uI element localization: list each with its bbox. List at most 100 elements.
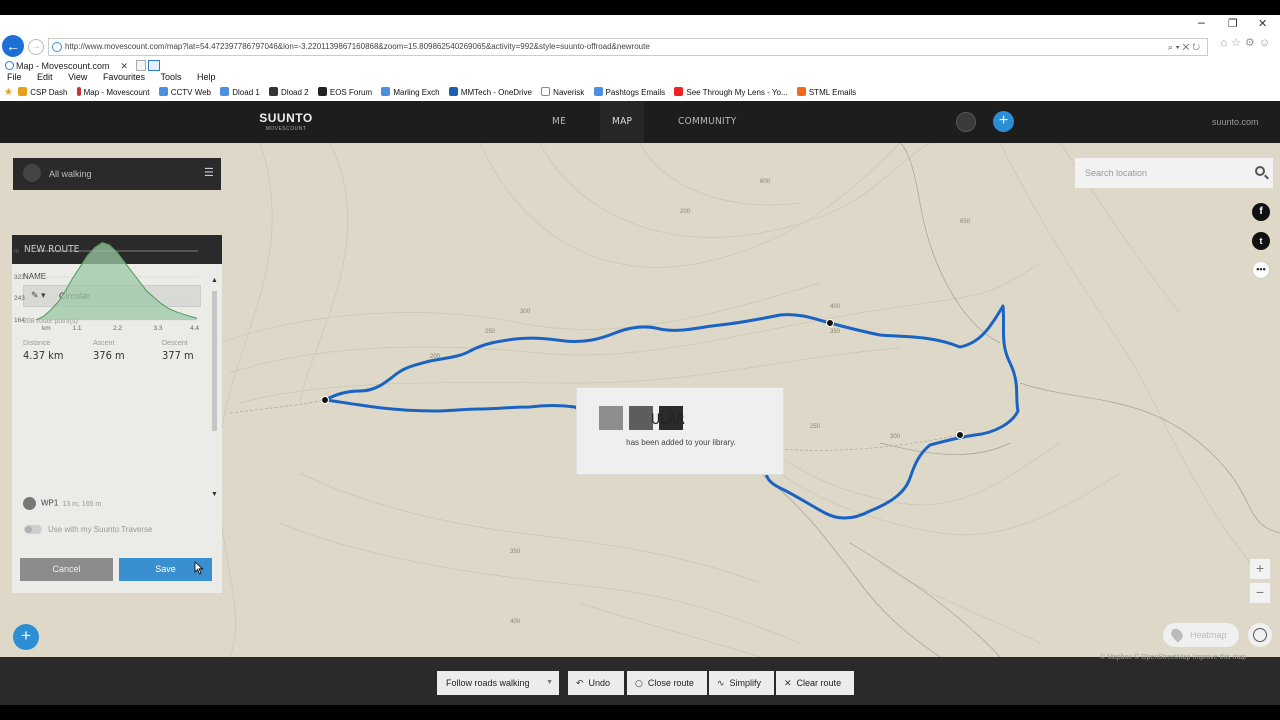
scroll-down-arrow-icon[interactable]: ▼ — [210, 491, 219, 498]
forward-button[interactable]: → — [28, 39, 44, 55]
search-placeholder: Search location — [1085, 168, 1148, 178]
nav-map[interactable]: MAP — [600, 101, 645, 143]
x-tick-label: 2.2 — [113, 325, 122, 332]
fav-item[interactable]: Marling Exch — [381, 85, 440, 101]
waypoint-icon — [23, 497, 36, 510]
fav-item[interactable]: CCTV Web — [158, 85, 211, 101]
menu-tools[interactable]: Tools — [160, 69, 181, 85]
contour-label: 400 — [830, 304, 841, 310]
contour-label: 200 — [680, 209, 691, 215]
fav-item[interactable]: EOS Forum — [317, 85, 372, 101]
fav-item[interactable]: STML Emails — [796, 85, 856, 101]
add-map-button[interactable]: + — [13, 624, 39, 650]
y-tick-label: 243 — [14, 295, 25, 302]
twitter-icon[interactable]: t — [1252, 232, 1270, 250]
home-star-gear-icons[interactable]: ⌂☆⚙☺ — [1220, 36, 1274, 49]
simplify-button[interactable]: ∿ Simplify — [709, 671, 774, 695]
panel-scrollbar[interactable]: ▲ ▼ — [210, 277, 219, 503]
filter-label: All walking — [49, 169, 92, 179]
menu-favourites[interactable]: Favourites — [103, 69, 145, 85]
new-route-panel: NEW ROUTE NAME ✎ ▾ Circular 208 route po… — [12, 235, 222, 593]
cancel-button[interactable]: Cancel — [20, 558, 113, 581]
favourites-star-icon[interactable]: ★ — [4, 87, 13, 98]
hamburger-menu-icon[interactable]: ☰ — [204, 168, 214, 179]
nav-community[interactable]: COMMUNITY — [678, 101, 737, 143]
back-button[interactable]: ← — [2, 35, 24, 57]
fav-item[interactable]: Dload 1 — [220, 85, 260, 101]
facebook-icon[interactable]: f — [1252, 203, 1270, 221]
mouse-cursor-icon — [194, 561, 204, 575]
nav-me[interactable]: ME — [552, 101, 566, 143]
menu-view[interactable]: View — [68, 69, 87, 85]
address-field[interactable]: http://www.movescount.com/map?lat=54.472… — [48, 38, 1208, 56]
fav-item[interactable]: MMTech - OneDrive — [448, 85, 532, 101]
notification-title: ULAR — [651, 412, 685, 428]
fav-item[interactable]: Naverisk — [541, 85, 584, 101]
contour-label: 300 — [890, 434, 901, 440]
activity-filter[interactable]: All walking ☰ — [13, 158, 221, 190]
heatmap-pin-icon — [1168, 626, 1186, 643]
browser-window: ─ ❐ ✕ ← → http://www.movescount.com/map?… — [0, 15, 1280, 705]
heatmap-toggle[interactable]: Heatmap — [1163, 623, 1239, 647]
ascent-value: 376 m — [93, 349, 125, 362]
fav-item[interactable]: Dload 2 — [269, 85, 309, 101]
avatar[interactable] — [956, 112, 976, 132]
follow-roads-select[interactable]: Follow roads walking ▼ — [437, 671, 559, 695]
thumbnail-block — [599, 406, 623, 430]
waypoint-row[interactable]: WP1 13 m, 165 m — [23, 497, 101, 513]
menu-file[interactable]: File — [7, 69, 22, 85]
add-button[interactable]: + — [993, 111, 1014, 132]
contour-label: 250 — [810, 424, 821, 430]
fav-item[interactable]: Map - Movescount — [76, 85, 149, 101]
site-header: SUUNTO MOVESCOUNT ME MAP COMMUNITY + suu… — [0, 101, 1280, 143]
heatmap-label: Heatmap — [1190, 630, 1227, 640]
elevation-area — [36, 242, 197, 320]
elevation-chart: m 323 243 164 km 1.1 2.2 3.3 4.4 — [14, 242, 199, 332]
menu-help[interactable]: Help — [197, 69, 216, 85]
descent-label: Descent — [162, 340, 188, 347]
distance-label: Distance — [23, 340, 51, 347]
distance-value: 4.37 km — [23, 349, 64, 362]
search-icon[interactable] — [1255, 166, 1265, 176]
more-options-icon[interactable]: ••• — [1252, 261, 1270, 279]
restore-button[interactable]: ❐ — [1228, 17, 1238, 30]
fav-item[interactable]: See Through My Lens - Yo... — [674, 85, 788, 101]
fav-item[interactable]: Pashtogs Emails — [593, 85, 665, 101]
contour-label: 350 — [510, 549, 521, 555]
globe-icon[interactable] — [1248, 623, 1272, 647]
fav-item[interactable]: CSP Dash — [18, 85, 67, 101]
descent-value: 377 m — [162, 349, 194, 362]
url-text: http://www.movescount.com/map?lat=54.472… — [65, 42, 650, 51]
x-tick-labels: km 1.1 2.2 3.3 4.4 — [42, 325, 199, 332]
traverse-toggle-row[interactable]: Use with my Suunto Traverse — [24, 525, 152, 535]
undo-button[interactable]: ↶ Undo — [568, 671, 624, 695]
contour-label: 300 — [520, 309, 531, 315]
waypoint-detail: 13 m, 165 m — [62, 500, 102, 508]
menu-edit[interactable]: Edit — [37, 69, 53, 85]
route-point — [826, 319, 834, 327]
search-location-input[interactable]: Search location — [1075, 158, 1273, 188]
route-point — [956, 431, 964, 439]
ascent-label: Ascent — [93, 340, 115, 347]
scroll-thumb[interactable] — [212, 291, 217, 431]
chevron-down-icon: ▼ — [546, 679, 553, 686]
minimize-button[interactable]: ─ — [1198, 17, 1205, 30]
traverse-toggle[interactable] — [24, 525, 42, 535]
close-route-button[interactable]: ○ Close route — [627, 671, 707, 695]
scroll-up-arrow-icon[interactable]: ▲ — [210, 277, 219, 284]
search-refresh-icon[interactable]: ⌕▾✕↻ — [1168, 42, 1203, 53]
y-tick-label: 323 — [14, 274, 25, 281]
follow-roads-label: Follow roads walking — [446, 678, 530, 688]
clear-route-button[interactable]: ✕ Clear route — [776, 671, 854, 695]
map-canvas[interactable]: 200 250 300 350 400 600 650 200 250 300 … — [0, 143, 1280, 657]
movescount-app: SUUNTO MOVESCOUNT ME MAP COMMUNITY + suu… — [0, 101, 1280, 705]
zoom-out-button[interactable]: − — [1250, 583, 1270, 603]
suunto-com-link[interactable]: suunto.com — [1212, 101, 1259, 143]
favourites-bar: ★ CSP Dash Map - Movescount CCTV Web Dlo… — [0, 85, 1280, 101]
loop-icon: ○ — [635, 679, 643, 689]
window-titlebar: ─ ❐ ✕ — [0, 15, 1280, 35]
map-attribution[interactable]: © Mapbox © OpenStreetMap Improve this ma… — [1100, 654, 1246, 661]
suunto-logo[interactable]: SUUNTO MOVESCOUNT — [258, 111, 314, 132]
zoom-in-button[interactable]: + — [1250, 559, 1270, 579]
close-window-button[interactable]: ✕ — [1258, 17, 1267, 30]
